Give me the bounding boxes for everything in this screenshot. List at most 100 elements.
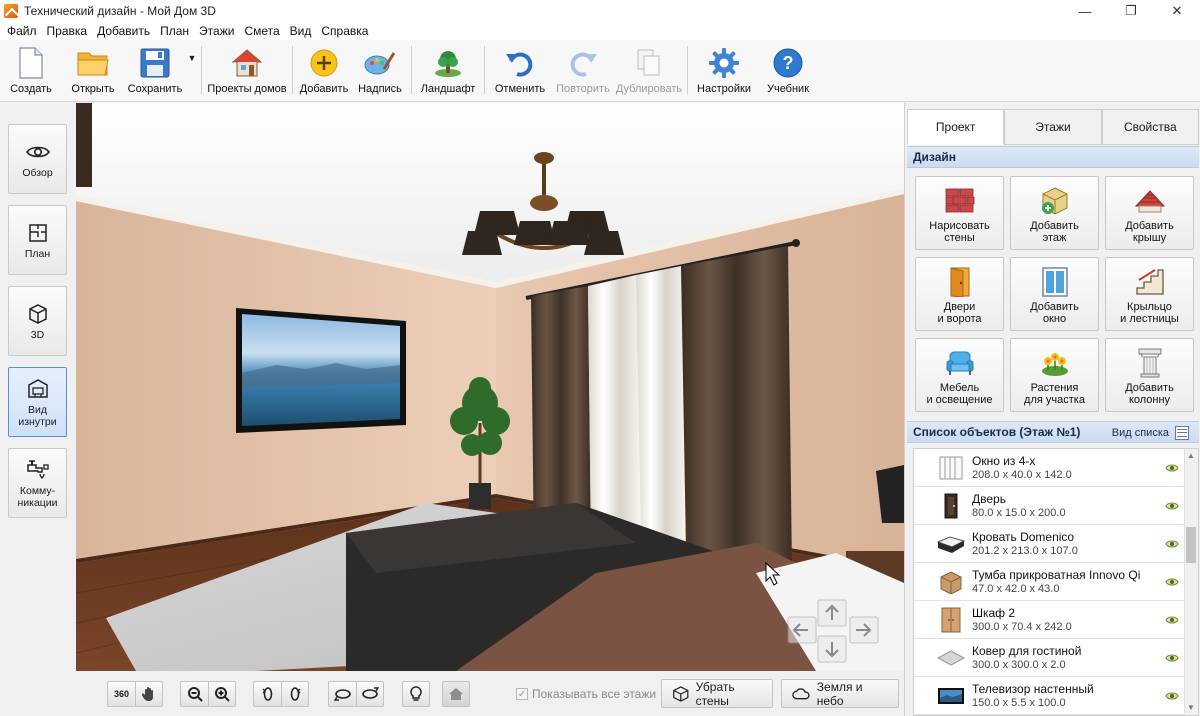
tilt-up-button[interactable]: [328, 681, 356, 707]
menu-view[interactable]: Вид: [285, 24, 317, 38]
object-name: Дверь: [972, 492, 1006, 506]
window-title: Технический дизайн - Мой Дом 3D: [24, 4, 216, 18]
view-communications-button[interactable]: Комму-никации: [8, 448, 67, 518]
tilt-down-button[interactable]: [356, 681, 384, 707]
add-roof-button[interactable]: Добавить крышу: [1105, 176, 1194, 250]
menu-edit[interactable]: Правка: [42, 24, 93, 38]
visibility-eye-icon[interactable]: [1164, 577, 1180, 587]
list-item[interactable]: Окно из 4-х 208.0 x 40.0 x 142.0: [914, 449, 1184, 487]
tab-project[interactable]: Проект: [907, 109, 1005, 145]
list-item[interactable]: Дверь 80.0 x 15.0 x 200.0: [914, 487, 1184, 525]
cube-3d-icon: [25, 301, 51, 327]
list-item[interactable]: Тумба прикроватная Innovo Qi 47.0 x 42.0 …: [914, 563, 1184, 601]
caption-button[interactable]: Надпись: [352, 40, 408, 100]
visibility-eye-icon[interactable]: [1164, 463, 1180, 473]
menu-estimate[interactable]: Смета: [239, 24, 284, 38]
view-inside-button[interactable]: Вид изнутри: [8, 367, 67, 437]
title-bar: Технический дизайн - Мой Дом 3D — ❐ ✕: [0, 0, 1200, 22]
create-label: Создать: [10, 83, 52, 95]
maximize-button[interactable]: ❐: [1108, 0, 1154, 22]
rotate-360-button[interactable]: 360: [107, 681, 135, 707]
create-button[interactable]: Создать: [0, 40, 62, 100]
house-projects-button[interactable]: Проекты домов: [205, 40, 289, 100]
object-name: Тумба прикроватная Innovo Qi: [972, 568, 1141, 582]
visibility-eye-icon[interactable]: [1164, 691, 1180, 701]
duplicate-label: Дублировать: [615, 83, 683, 95]
tutorial-button[interactable]: ? Учебник: [757, 40, 819, 100]
view-inside-label-line2: изнутри: [18, 416, 57, 428]
rotate-left-button[interactable]: [253, 681, 281, 707]
rotate-right-icon: [290, 687, 301, 701]
settings-label: Настройки: [697, 83, 751, 95]
duplicate-button[interactable]: Дублировать: [614, 40, 684, 100]
view-3d-button[interactable]: 3D: [8, 286, 67, 356]
list-item[interactable]: Телевизор настенный 150.0 x 5.5 x 100.0: [914, 677, 1184, 715]
close-button[interactable]: ✕: [1154, 0, 1200, 22]
zoom-out-button[interactable]: [180, 681, 208, 707]
menu-add[interactable]: Добавить: [92, 24, 155, 38]
landscape-button[interactable]: Ландшафт: [415, 40, 481, 100]
tab-properties[interactable]: Свойства: [1101, 109, 1199, 145]
porch-stairs-button[interactable]: Крыльцо и лестницы: [1105, 257, 1194, 331]
show-all-floors-toggle[interactable]: ✓ Показывать все этажи: [516, 687, 656, 701]
minimize-button[interactable]: —: [1062, 0, 1108, 22]
visibility-eye-icon[interactable]: [1164, 501, 1180, 511]
toolbar-separator: [687, 46, 688, 94]
menu-plan[interactable]: План: [155, 24, 194, 38]
tree-icon: [431, 46, 465, 80]
save-button[interactable]: Сохранить: [124, 40, 186, 100]
add-column-button[interactable]: Добавить колонну: [1105, 338, 1194, 412]
open-button[interactable]: Открыть: [62, 40, 124, 100]
view-overview-button[interactable]: Обзор: [8, 124, 67, 194]
list-item[interactable]: Шкаф 2 300.0 x 70.4 x 242.0: [914, 601, 1184, 639]
object-name: Шкаф 2: [972, 606, 1016, 620]
lighting-button[interactable]: [402, 681, 430, 707]
furniture-lighting-button[interactable]: Мебель и освещение: [915, 338, 1004, 412]
visibility-eye-icon[interactable]: [1164, 539, 1180, 549]
landscape-label: Ландшафт: [420, 83, 476, 95]
visibility-eye-icon[interactable]: [1164, 615, 1180, 625]
ground-sky-label: Земля и небо: [816, 679, 863, 708]
list-view-toggle[interactable]: Вид списка: [1112, 422, 1189, 444]
menu-file[interactable]: Файл: [2, 24, 42, 38]
window-controls: — ❐ ✕: [1062, 0, 1200, 22]
scroll-up-arrow[interactable]: ▲: [1186, 451, 1196, 461]
3d-viewport[interactable]: [76, 103, 904, 671]
show-all-floors-checkbox[interactable]: ✓: [516, 688, 528, 700]
add-window-button[interactable]: Добавить окно: [1010, 257, 1099, 331]
garden-plants-label-line2: для участка: [1024, 394, 1085, 406]
save-dropdown-arrow[interactable]: ▼: [186, 40, 198, 100]
garden-plants-button[interactable]: Растения для участка: [1010, 338, 1099, 412]
doors-gates-button[interactable]: Двери и ворота: [915, 257, 1004, 331]
room-render: [76, 103, 904, 671]
armchair-icon: [944, 347, 976, 379]
ground-sky-button[interactable]: Земля и небо: [781, 679, 899, 708]
redo-arrow-icon: [566, 46, 600, 80]
zoom-in-button[interactable]: [208, 681, 236, 707]
draw-walls-button[interactable]: Нарисовать стены: [915, 176, 1004, 250]
add-button[interactable]: Добавить: [296, 40, 352, 100]
menu-floors[interactable]: Этажи: [194, 24, 239, 38]
visibility-eye-icon[interactable]: [1164, 653, 1180, 663]
view-plan-button[interactable]: План: [8, 205, 67, 275]
scroll-thumb[interactable]: [1186, 527, 1196, 563]
view-communications-label-line1: Комму-: [19, 485, 56, 497]
duplicate-icon: [632, 46, 666, 80]
settings-button[interactable]: Настройки: [691, 40, 757, 100]
list-item[interactable]: Ковер для гостиной 300.0 x 300.0 x 2.0: [914, 639, 1184, 677]
home-view-button[interactable]: [442, 681, 470, 707]
door-thumb-icon: [936, 491, 966, 521]
list-item[interactable]: Кровать Domenico 201.2 x 213.0 x 107.0: [914, 525, 1184, 563]
pan-hand-button[interactable]: [135, 681, 163, 707]
redo-button[interactable]: Повторить: [552, 40, 614, 100]
floor-plan-icon: [25, 220, 51, 246]
remove-walls-button[interactable]: Убрать стены: [661, 679, 773, 708]
room-inside-icon: [25, 376, 51, 402]
scroll-down-arrow[interactable]: ▼: [1186, 703, 1196, 713]
undo-button[interactable]: Отменить: [488, 40, 552, 100]
add-floor-button[interactable]: Добавить этаж: [1010, 176, 1099, 250]
menu-help[interactable]: Справка: [316, 24, 373, 38]
tab-floors[interactable]: Этажи: [1004, 109, 1102, 145]
objects-scrollbar[interactable]: ▲ ▼: [1184, 449, 1198, 715]
rotate-right-button[interactable]: [281, 681, 309, 707]
